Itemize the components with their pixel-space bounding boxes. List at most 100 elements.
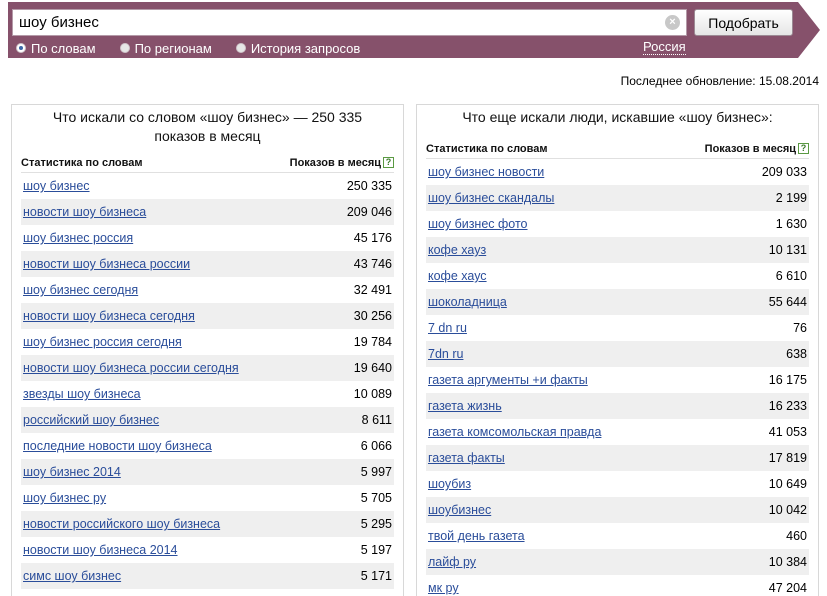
table-row: шоу бизнес россия сегодня 19 784	[21, 329, 394, 355]
phrase-link[interactable]: шоу бизнес фото	[428, 217, 528, 231]
phrase-link[interactable]: новости шоу бизнеса	[23, 205, 146, 219]
impressions-count: 32 491	[353, 283, 392, 297]
table-row: газета комсомольская правда 41 053	[426, 419, 809, 445]
phrase-link[interactable]: шоу бизнес скандалы	[428, 191, 554, 205]
table-row: новости шоу бизнеса россии 43 746	[21, 251, 394, 277]
table-row: шоу бизнес россия 45 176	[21, 225, 394, 251]
table-row: новости шоу бизнеса россии сегодня 19 640	[21, 355, 394, 381]
radio-label: По регионам	[134, 40, 212, 56]
phrase-link[interactable]: газета аргументы +и факты	[428, 373, 588, 387]
phrase-link[interactable]: симс шоу бизнес	[23, 569, 121, 583]
table-row: газета жизнь 16 233	[426, 393, 809, 419]
table-row: шоу бизнес 2014 5 997	[21, 459, 394, 485]
phrase-link[interactable]: шоу бизнес 2014	[23, 465, 121, 479]
table-row: кофе хаус 6 610	[426, 263, 809, 289]
table-row: звезды шоу бизнеса 10 089	[21, 381, 394, 407]
phrase-link[interactable]: шоу бизнес россия	[23, 231, 133, 245]
table-row: российский шоу бизнес 8 611	[21, 407, 394, 433]
panel-word-stats: Что искали со словом «шоу бизнес» — 250 …	[11, 104, 404, 596]
panel-related-searches: Что еще искали люди, искавшие «шоу бизне…	[416, 104, 819, 596]
impressions-count: 45 176	[353, 231, 392, 245]
region-link[interactable]: Россия	[643, 39, 686, 55]
phrase-link[interactable]: шоу бизнес новости	[428, 165, 544, 179]
impressions-count: 10 089	[353, 387, 392, 401]
phrase-link[interactable]: новости шоу бизнеса россии сегодня	[23, 361, 239, 375]
table-header: Статистика по словам Показов в месяц?	[426, 139, 809, 159]
phrase-link[interactable]: шоу бизнес россия сегодня	[23, 335, 182, 349]
radio-by-words[interactable]: По словам	[16, 40, 96, 56]
search-input[interactable]	[19, 10, 649, 35]
impressions-count: 2 199	[775, 191, 807, 205]
table-row: шоу бизнес ру 5 705	[21, 485, 394, 511]
radio-dot-icon[interactable]	[119, 43, 130, 53]
phrase-link[interactable]: российский шоу бизнес	[23, 413, 159, 427]
phrase-link[interactable]: шоу бизнес сегодня	[23, 283, 138, 297]
left-rows: шоу бизнес 250 335 новости шоу бизнеса 209 …	[21, 173, 394, 589]
impressions-count: 10 384	[768, 555, 807, 569]
phrase-link[interactable]: 7 dn ru	[428, 321, 467, 335]
phrase-link[interactable]: газета факты	[428, 451, 505, 465]
help-icon[interactable]: ?	[798, 143, 809, 155]
phrase-link[interactable]: новости российского шоу бизнеса	[23, 517, 220, 531]
table-row: симс шоу бизнес 5 171	[21, 563, 394, 589]
table-row: шоу бизнес фото 1 630	[426, 211, 809, 237]
column-count: Показов в месяц?	[705, 143, 809, 155]
impressions-count: 43 746	[353, 257, 392, 271]
impressions-count: 10 042	[768, 503, 807, 517]
phrase-link[interactable]: газета комсомольская правда	[428, 425, 601, 439]
phrase-link[interactable]: шоубиз	[428, 477, 471, 491]
phrase-link[interactable]: шоу бизнес	[23, 179, 90, 193]
phrase-link[interactable]: последние новости шоу бизнеса	[23, 439, 212, 453]
table-row: новости российского шоу бизнеса 5 295	[21, 511, 394, 537]
phrase-link[interactable]: газета жизнь	[428, 399, 502, 413]
phrase-link[interactable]: кофе хаус	[428, 269, 487, 283]
radio-dot-icon[interactable]	[235, 43, 246, 53]
phrase-link[interactable]: шоу бизнес ру	[23, 491, 106, 505]
phrase-link[interactable]: кофе хауз	[428, 243, 486, 257]
phrase-link[interactable]: новости шоу бизнеса сегодня	[23, 309, 195, 323]
impressions-count: 6 066	[360, 439, 392, 453]
impressions-count: 10 649	[768, 477, 807, 491]
table-header: Статистика по словам Показов в месяц?	[21, 153, 394, 173]
search-mode-radios: По словам По регионам История запросов	[16, 40, 384, 56]
submit-button[interactable]: Подобрать	[694, 9, 793, 36]
impressions-count: 76	[793, 321, 807, 335]
phrase-link[interactable]: лайф ру	[428, 555, 476, 569]
help-icon[interactable]: ?	[383, 157, 394, 169]
search-box[interactable]: ×	[12, 9, 687, 36]
table-row: кофе хауз 10 131	[426, 237, 809, 263]
table-row: 7dn ru 638	[426, 341, 809, 367]
phrase-link[interactable]: новости шоу бизнеса 2014	[23, 543, 178, 557]
phrase-link[interactable]: твой день газета	[428, 529, 525, 543]
impressions-count: 250 335	[346, 179, 392, 193]
phrase-link[interactable]: шоколадница	[428, 295, 507, 309]
impressions-count: 209 033	[761, 165, 807, 179]
phrase-link[interactable]: звезды шоу бизнеса	[23, 387, 141, 401]
table-row: шоколадница 55 644	[426, 289, 809, 315]
phrase-link[interactable]: шоубизнес	[428, 503, 491, 517]
impressions-count: 47 204	[768, 581, 807, 595]
impressions-count: 6 610	[775, 269, 807, 283]
impressions-count: 209 046	[346, 205, 392, 219]
phrase-link[interactable]: 7dn ru	[428, 347, 463, 361]
impressions-count: 19 784	[353, 335, 392, 349]
radio-dot-icon[interactable]	[16, 43, 26, 53]
table-row: шоу бизнес новости 209 033	[426, 159, 809, 185]
impressions-count: 5 295	[360, 517, 392, 531]
table-row: шоу бизнес сегодня 32 491	[21, 277, 394, 303]
radio-label: По словам	[31, 40, 96, 56]
table-row: мк ру 47 204	[426, 575, 809, 596]
radio-by-regions[interactable]: По регионам	[119, 40, 212, 56]
impressions-count: 16 175	[768, 373, 807, 387]
impressions-count: 5 705	[360, 491, 392, 505]
radio-query-history[interactable]: История запросов	[235, 40, 361, 56]
radio-label: История запросов	[250, 40, 361, 56]
table-row: шоу бизнес скандалы 2 199	[426, 185, 809, 211]
clear-icon[interactable]: ×	[665, 15, 680, 30]
header-arrow	[798, 2, 820, 58]
phrase-link[interactable]: мк ру	[428, 581, 459, 595]
table-row: газета аргументы +и факты 16 175	[426, 367, 809, 393]
table-row: твой день газета 460	[426, 523, 809, 549]
phrase-link[interactable]: новости шоу бизнеса россии	[23, 257, 190, 271]
table-row: шоубиз 10 649	[426, 471, 809, 497]
